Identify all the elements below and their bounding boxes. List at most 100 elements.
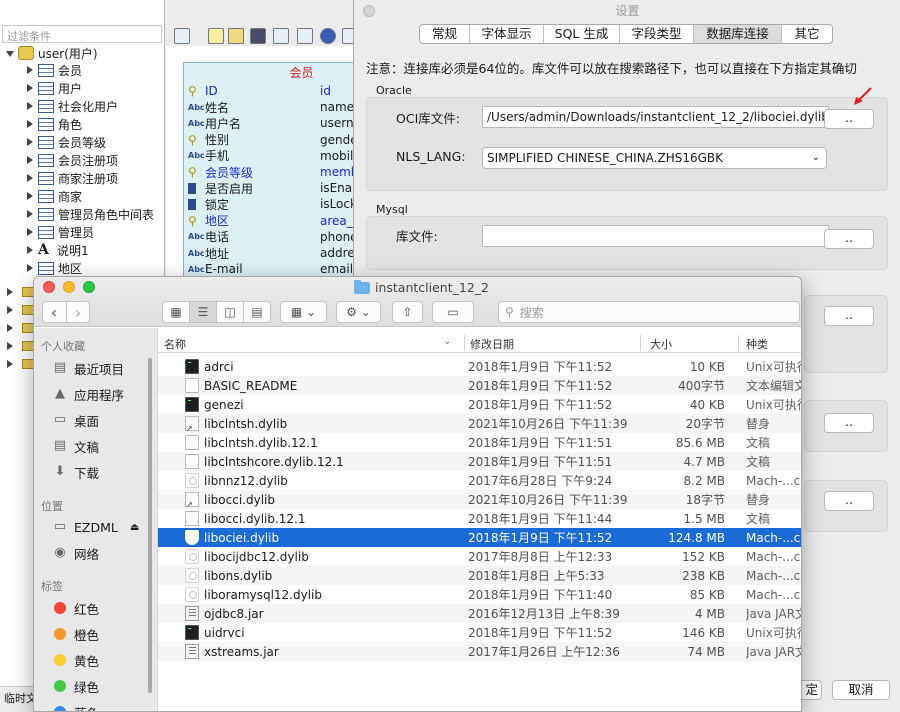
file-row[interactable]: libons.dylib 2018年1月8日 上午5:33 238 KB Mach-.… bbox=[158, 566, 801, 585]
tree-folder[interactable] bbox=[6, 339, 34, 353]
sort-chevron-icon[interactable]: ⌄ bbox=[443, 336, 451, 347]
zoom-icon[interactable] bbox=[83, 281, 95, 293]
column-header-2[interactable]: 大小 bbox=[650, 336, 672, 352]
cancel-button[interactable]: 取消 bbox=[832, 680, 890, 700]
file-row[interactable]: xstreams.jar 2017年1月26日 上午12:36 74 MB Java … bbox=[158, 642, 801, 661]
column-view-icon[interactable]: ◫ bbox=[217, 302, 244, 322]
file-row[interactable]: genezi 2018年1月9日 下午11:52 40 KB Unix可执行 bbox=[158, 395, 801, 414]
tree-item[interactable]: 会员 bbox=[26, 61, 82, 79]
tree-item[interactable]: 会员注册项 bbox=[26, 151, 118, 169]
expand-icon[interactable] bbox=[26, 191, 35, 201]
expand-icon[interactable] bbox=[26, 119, 35, 129]
forward-nav-icon[interactable]: › bbox=[67, 302, 90, 322]
expand-icon[interactable] bbox=[26, 227, 35, 237]
tree-folder[interactable] bbox=[6, 285, 34, 299]
tree-item[interactable]: 商家 bbox=[26, 187, 82, 205]
settings-tab[interactable]: 常规 bbox=[420, 25, 470, 43]
gallery-view-icon[interactable]: ▤ bbox=[244, 302, 270, 322]
expand-icon[interactable] bbox=[26, 209, 35, 219]
sidebar-tag[interactable]: 红色 bbox=[53, 598, 99, 618]
expand-icon[interactable] bbox=[26, 101, 35, 111]
back-nav-icon[interactable]: ‹ bbox=[43, 302, 67, 322]
share-icon[interactable]: ⇧ bbox=[392, 301, 423, 323]
copy-icon[interactable] bbox=[273, 28, 289, 44]
sidebar-tag[interactable]: 黄色 bbox=[53, 650, 99, 670]
expand-icon[interactable] bbox=[26, 137, 35, 147]
browse-button-3[interactable]: .. bbox=[824, 306, 874, 326]
tag-icon[interactable]: ▭ bbox=[432, 301, 474, 323]
tree-item[interactable]: 社会化用户 bbox=[26, 97, 118, 115]
browse-button-5[interactable]: .. bbox=[824, 491, 874, 511]
file-row[interactable]: liboramysql12.dylib 2018年1月9日 下午11:40 85 K… bbox=[158, 585, 801, 604]
sidebar-tag[interactable]: 绿色 bbox=[53, 676, 99, 696]
expand-icon[interactable] bbox=[26, 83, 35, 93]
sidebar-item[interactable]: ▭ 桌面 bbox=[53, 410, 99, 430]
tree-item[interactable]: 角色 bbox=[26, 115, 82, 133]
tree-item[interactable]: 商家注册项 bbox=[26, 169, 118, 187]
tree-filter-input[interactable]: 过滤条件 bbox=[2, 25, 162, 43]
settings-tab[interactable]: 其它 bbox=[782, 25, 832, 43]
sidebar-item[interactable]: ▤ 文稿 bbox=[53, 436, 99, 456]
oci-browse-button[interactable]: .. bbox=[824, 109, 874, 129]
file-row[interactable]: adrci 2018年1月9日 下午11:52 10 KB Unix可执行 bbox=[158, 357, 801, 376]
window-close-icon[interactable] bbox=[363, 5, 375, 17]
minimize-icon[interactable] bbox=[63, 281, 75, 293]
sidebar-item[interactable]: ⬇ 下载 bbox=[53, 462, 99, 482]
sidebar-tag[interactable]: 橙色 bbox=[53, 624, 99, 644]
expand-icon[interactable] bbox=[6, 359, 15, 369]
entity-card[interactable]: 会员 ⚲ ID id Abc 姓名 name Abc 用户名 userna ⚲ 性别 gende Abc… bbox=[183, 62, 363, 282]
file-row[interactable]: libocijdbc12.dylib 2017年8月8日 上午12:33 152 K… bbox=[158, 547, 801, 566]
expand-icon[interactable] bbox=[6, 341, 15, 351]
eject-icon[interactable]: ⏏ bbox=[130, 522, 139, 533]
expand-icon[interactable] bbox=[26, 155, 35, 165]
sidebar-item[interactable]: ▤ 最近项目 bbox=[53, 358, 124, 378]
file-row[interactable]: libocci.dylib.12.1 2018年1月9日 下午11:44 1.5 M… bbox=[158, 509, 801, 528]
browse-button-4[interactable]: .. bbox=[824, 413, 874, 433]
sidebar-scrollbar[interactable] bbox=[148, 358, 152, 693]
tree-item[interactable]: 地区 bbox=[26, 259, 82, 277]
icon-view-icon[interactable]: ▦ bbox=[163, 302, 190, 322]
mysql-library-input[interactable] bbox=[482, 225, 829, 247]
file-row[interactable]: libociei.dylib 2018年1月9日 下午11:52 124.8 MB M… bbox=[158, 528, 801, 547]
layout-icon[interactable] bbox=[297, 28, 313, 44]
expand-icon[interactable] bbox=[6, 305, 15, 315]
sidebar-tag[interactable]: 蓝色 bbox=[53, 702, 99, 711]
new-file-icon[interactable] bbox=[208, 28, 224, 44]
search-field[interactable]: ⚲ 搜索 bbox=[498, 301, 800, 323]
tree-folder[interactable] bbox=[6, 357, 34, 371]
open-folder-icon[interactable] bbox=[228, 28, 244, 44]
save-icon[interactable] bbox=[250, 28, 266, 44]
sidebar-item[interactable]: ▭ EZDML ⏏ bbox=[53, 517, 139, 537]
group-by-icon[interactable]: ▦ ⌄ bbox=[280, 301, 327, 323]
expand-icon[interactable] bbox=[26, 245, 35, 255]
column-header-0[interactable]: 名称 bbox=[164, 336, 186, 352]
settings-tab[interactable]: 字体显示 bbox=[470, 25, 544, 43]
expand-icon[interactable] bbox=[26, 173, 35, 183]
tree-item[interactable]: A 说明1 bbox=[26, 241, 89, 259]
list-view-icon[interactable]: ☰ bbox=[190, 302, 217, 322]
expand-icon[interactable] bbox=[26, 65, 35, 75]
sidebar-item[interactable]: ◉ 网络 bbox=[53, 543, 99, 563]
file-row[interactable]: ojdbc8.jar 2016年12月13日 上午8:39 4 MB Java JAR… bbox=[158, 604, 801, 623]
nls-lang-select[interactable]: SIMPLIFIED CHINESE_CHINA.ZHS16GBK ⌄ bbox=[482, 147, 827, 169]
settings-tab[interactable]: SQL 生成 bbox=[544, 25, 620, 43]
file-row[interactable]: libclntsh.dylib.12.1 2018年1月9日 下午11:51 85.… bbox=[158, 433, 801, 452]
oci-library-input[interactable]: /Users/admin/Downloads/instantclient_12_… bbox=[482, 106, 829, 128]
file-row[interactable]: uidrvci 2018年1月9日 下午11:52 146 KB Unix可执行 bbox=[158, 623, 801, 642]
tree-item[interactable]: 管理员 bbox=[26, 223, 94, 241]
file-row[interactable]: BASIC_README 2018年1月9日 下午11:52 400字节 文本编辑文 bbox=[158, 376, 801, 395]
expand-icon[interactable] bbox=[26, 263, 35, 273]
globe-icon[interactable] bbox=[320, 28, 336, 44]
back-icon[interactable] bbox=[174, 28, 190, 44]
column-divider[interactable] bbox=[738, 335, 739, 351]
expand-icon[interactable] bbox=[6, 323, 15, 333]
file-row[interactable]: libnnz12.dylib 2017年6月28日 下午9:24 8.2 MB Mac… bbox=[158, 471, 801, 490]
settings-tab[interactable]: 字段类型 bbox=[620, 25, 694, 43]
expand-icon[interactable] bbox=[6, 287, 15, 297]
tree-item[interactable]: 用户 bbox=[26, 79, 82, 97]
file-row[interactable]: libclntshcore.dylib.12.1 2018年1月9日 下午11:5… bbox=[158, 452, 801, 471]
mysql-browse-button[interactable]: .. bbox=[824, 229, 874, 249]
tree-folder[interactable] bbox=[6, 321, 34, 335]
tree-folder[interactable] bbox=[6, 303, 34, 317]
column-header-3[interactable]: 种类 bbox=[746, 336, 768, 352]
